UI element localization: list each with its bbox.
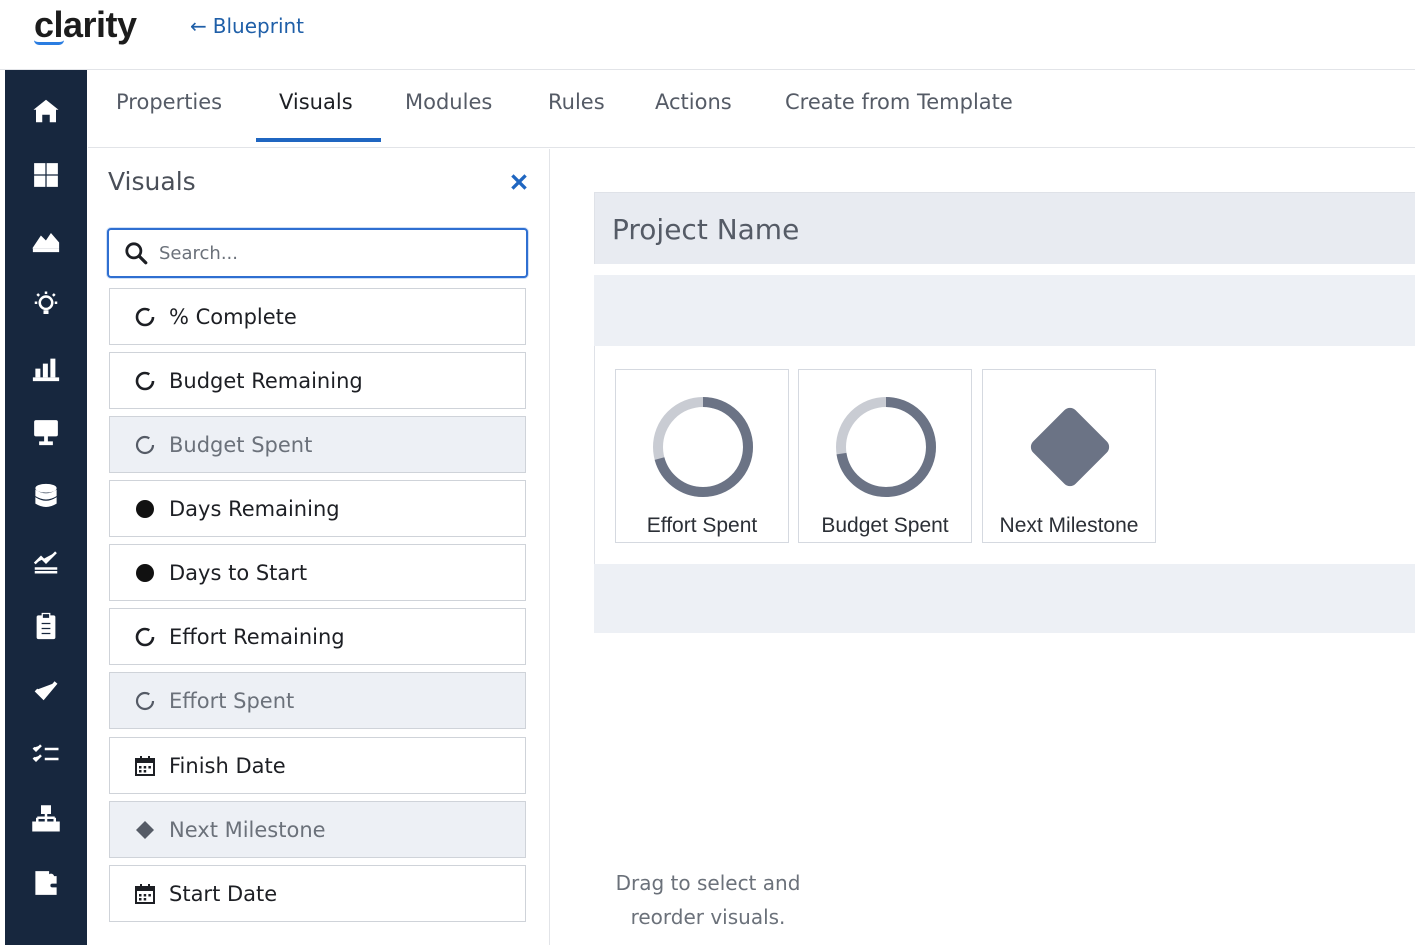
- trend-icon[interactable]: [5, 539, 87, 583]
- layout-canvas: Project Name Effort Spent Budget Spent N…: [551, 149, 1415, 945]
- hierarchy-icon[interactable]: [5, 797, 87, 841]
- section-band-top: [594, 275, 1415, 346]
- visual-tile-next-milestone[interactable]: Next Milestone: [982, 369, 1156, 543]
- tab-rules[interactable]: Rules: [548, 90, 605, 144]
- close-icon[interactable]: [508, 171, 530, 193]
- list-item-budget-spent[interactable]: Budget Spent: [109, 416, 526, 473]
- visuals-panel: Visuals % Complete Budget Remaining: [88, 149, 550, 945]
- diamond-icon: [134, 819, 156, 841]
- list-item-label: Effort Remaining: [169, 624, 345, 649]
- search-box: [107, 228, 528, 278]
- diamond-icon: [1030, 407, 1110, 487]
- calendar-icon: [134, 755, 156, 777]
- list-item-start-date[interactable]: Start Date: [109, 865, 526, 922]
- check-icon[interactable]: [5, 668, 87, 712]
- home-icon[interactable]: [5, 89, 87, 133]
- list-item-label: Start Date: [169, 881, 278, 906]
- list-item-label: Budget Remaining: [169, 368, 363, 393]
- list-item-days-remaining[interactable]: Days Remaining: [109, 480, 526, 537]
- ring-icon: [134, 370, 156, 392]
- list-item-next-milestone[interactable]: Next Milestone: [109, 801, 526, 858]
- list-item-label: Next Milestone: [169, 817, 326, 842]
- presentation-icon[interactable]: [5, 410, 87, 454]
- tile-label: Next Milestone: [999, 514, 1139, 537]
- back-link-label: Blueprint: [212, 14, 305, 38]
- ring-icon: [134, 306, 156, 328]
- ring-icon: [134, 626, 156, 648]
- arrow-left-icon: ←: [190, 14, 207, 38]
- left-nav: [5, 70, 87, 945]
- ring-icon: [134, 690, 156, 712]
- logo-swoosh: [34, 40, 64, 45]
- list-item-label: Effort Spent: [169, 688, 295, 713]
- clipboard-icon[interactable]: [5, 604, 87, 648]
- search-input[interactable]: [159, 239, 509, 267]
- tab-modules[interactable]: Modules: [405, 90, 492, 144]
- active-tab-indicator: [256, 138, 381, 142]
- ring-icon: [134, 434, 156, 456]
- ring-gauge-icon: [836, 397, 936, 497]
- tab-properties[interactable]: Properties: [116, 90, 222, 144]
- list-item-days-to-start[interactable]: Days to Start: [109, 544, 526, 601]
- back-to-blueprint-link[interactable]: ← Blueprint: [190, 14, 304, 38]
- list-item-percent-complete[interactable]: % Complete: [109, 288, 526, 345]
- list-item-finish-date[interactable]: Finish Date: [109, 737, 526, 794]
- top-bar: clarity ← Blueprint: [0, 0, 1415, 70]
- project-header: Project Name: [594, 192, 1415, 264]
- drag-hint: Drag to select and reorder visuals.: [593, 866, 823, 934]
- list-item-label: Budget Spent: [169, 432, 313, 457]
- tile-label: Effort Spent: [646, 514, 758, 537]
- tab-visuals[interactable]: Visuals: [279, 90, 353, 144]
- calendar-icon: [134, 883, 156, 905]
- list-item-label: Days to Start: [169, 560, 308, 585]
- puzzle-icon[interactable]: [5, 861, 87, 905]
- visual-tile-effort-spent[interactable]: Effort Spent: [615, 369, 789, 543]
- dot-icon: [134, 562, 156, 584]
- project-name: Project Name: [612, 213, 800, 246]
- dashboard-icon[interactable]: [5, 153, 87, 197]
- list-item-label: % Complete: [169, 304, 297, 329]
- tab-create-from-template[interactable]: Create from Template: [785, 90, 1013, 144]
- drag-hint-line-2: reorder visuals.: [630, 905, 786, 929]
- checklist-icon[interactable]: [5, 732, 87, 776]
- idea-icon[interactable]: [5, 282, 87, 326]
- area-chart-icon[interactable]: [5, 217, 87, 261]
- drag-hint-line-1: Drag to select and: [615, 871, 801, 895]
- list-item-budget-remaining[interactable]: Budget Remaining: [109, 352, 526, 409]
- tab-actions[interactable]: Actions: [655, 90, 732, 144]
- list-item-label: Days Remaining: [169, 496, 340, 521]
- bar-chart-icon[interactable]: [5, 346, 87, 390]
- tile-label: Budget Spent: [821, 514, 949, 537]
- database-icon[interactable]: [5, 475, 87, 519]
- list-item-effort-remaining[interactable]: Effort Remaining: [109, 608, 526, 665]
- visual-tile-budget-spent[interactable]: Budget Spent: [798, 369, 972, 543]
- list-item-effort-spent[interactable]: Effort Spent: [109, 672, 526, 729]
- list-item-label: Finish Date: [169, 753, 286, 778]
- section-band-bottom: [594, 564, 1415, 633]
- search-icon: [125, 242, 148, 265]
- tab-bar: Properties Visuals Modules Rules Actions…: [88, 70, 1415, 148]
- ring-gauge-icon: [653, 397, 753, 497]
- dot-icon: [134, 498, 156, 520]
- panel-title: Visuals: [108, 167, 196, 196]
